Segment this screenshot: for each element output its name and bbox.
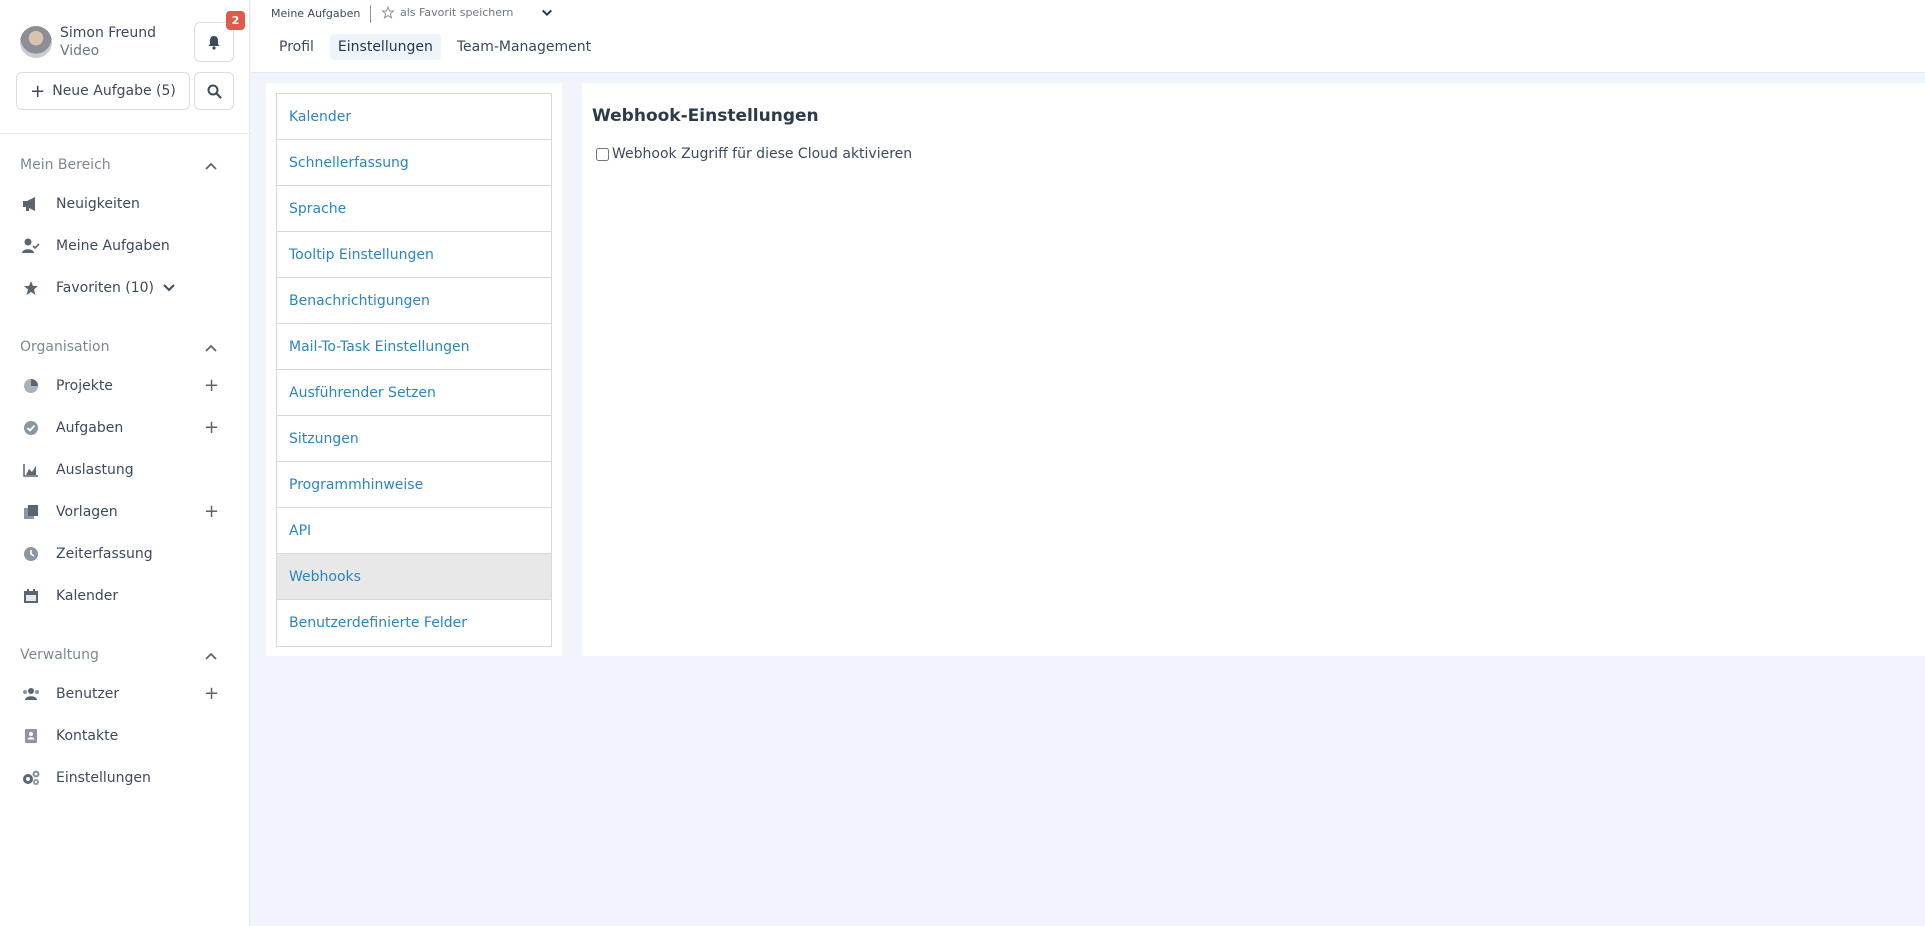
section-verwaltung: Verwaltung (20, 647, 99, 663)
webhook-access-checkbox[interactable] (596, 147, 609, 161)
sidebar-item-label: Neuigkeiten (56, 196, 140, 212)
settings-menu-panel: Kalender Schnellerfassung Sprache Toolti… (266, 83, 562, 656)
menu-item-sprache[interactable]: Sprache (277, 186, 551, 232)
tab-bar: Profil Einstellungen Team-Management (271, 34, 607, 60)
save-favorite-button[interactable]: als Favorit speichern (381, 6, 513, 19)
sidebar-item-label: Kontakte (56, 728, 119, 744)
sidebar-item-kontakte[interactable]: Kontakte (20, 722, 230, 750)
sidebar-item-zeiterfassung[interactable]: Zeiterfassung (20, 540, 230, 568)
tab-einstellungen[interactable]: Einstellungen (329, 34, 441, 60)
sidebar-item-meine-aufgaben[interactable]: Meine Aufgaben (20, 232, 230, 260)
tab-profil[interactable]: Profil (271, 34, 322, 60)
menu-item-benachrichtigungen[interactable]: Benachrichtigungen (277, 278, 551, 324)
add-aufgabe-button[interactable]: + (204, 416, 219, 440)
sidebar: Simon Freund Video 2 + Neue Aufgabe (5) … (0, 0, 250, 926)
sidebar-item-favoriten[interactable]: Favoriten (10) (20, 274, 230, 302)
sidebar-item-label: Meine Aufgaben (56, 238, 170, 254)
favorite-label: als Favorit speichern (400, 6, 514, 19)
sidebar-item-kalender[interactable]: Kalender (20, 582, 230, 610)
avatar (20, 26, 52, 58)
webhook-access-label: Webhook Zugriff für diese Cloud aktivier… (612, 146, 913, 162)
breadcrumb[interactable]: Meine Aufgaben (271, 7, 360, 20)
user-name: Simon Freund (60, 25, 157, 41)
sidebar-item-einstellungen[interactable]: Einstellungen (20, 764, 230, 792)
top-bar: Meine Aufgaben als Favorit speichern Pro… (251, 0, 1925, 73)
user-profile[interactable]: Simon Freund Video (20, 24, 156, 60)
menu-item-api[interactable]: API (277, 508, 551, 554)
megaphone-icon (20, 195, 42, 213)
plus-icon: + (30, 80, 46, 102)
breadcrumb-separator (370, 5, 371, 23)
menu-item-kalender[interactable]: Kalender (277, 94, 551, 140)
sidebar-item-aufgaben[interactable]: Aufgaben + (20, 414, 230, 442)
star-outline-icon (381, 6, 395, 19)
sidebar-item-label: Auslastung (56, 462, 134, 478)
menu-item-schnellerfassung[interactable]: Schnellerfassung (277, 140, 551, 186)
settings-menu: Kalender Schnellerfassung Sprache Toolti… (276, 93, 552, 647)
webhook-access-option[interactable]: Webhook Zugriff für diese Cloud aktivier… (596, 146, 912, 162)
bell-icon (208, 35, 220, 50)
sidebar-item-label: Vorlagen (56, 504, 118, 520)
menu-item-tooltip-einstellungen[interactable]: Tooltip Einstellungen (277, 232, 551, 278)
sidebar-item-vorlagen[interactable]: Vorlagen + (20, 498, 230, 526)
menu-item-mail-to-task[interactable]: Mail-To-Task Einstellungen (277, 324, 551, 370)
sidebar-divider (0, 133, 250, 134)
new-task-label: Neue Aufgabe (5) (52, 83, 176, 99)
sidebar-item-label: Einstellungen (56, 770, 151, 786)
menu-item-ausfuehrender-setzen[interactable]: Ausführender Setzen (277, 370, 551, 416)
clock-icon (20, 545, 42, 563)
calendar-icon (20, 587, 42, 605)
section-mein-bereich: Mein Bereich (20, 157, 111, 173)
search-icon (207, 84, 222, 99)
tab-team-management[interactable]: Team-Management (449, 34, 599, 60)
users-icon (20, 685, 42, 703)
section-organisation: Organisation (20, 339, 110, 355)
chevron-down-icon[interactable] (541, 8, 553, 18)
chevron-up-icon[interactable] (204, 649, 218, 663)
menu-item-webhooks[interactable]: Webhooks (277, 554, 551, 600)
chevron-down-icon[interactable] (162, 283, 176, 293)
user-subtitle: Video (60, 43, 100, 59)
new-task-button[interactable]: + Neue Aufgabe (5) (16, 72, 190, 110)
user-check-icon (20, 237, 42, 255)
sidebar-item-projekte[interactable]: Projekte + (20, 372, 230, 400)
sidebar-item-benutzer[interactable]: Benutzer + (20, 680, 230, 708)
address-book-icon (20, 727, 42, 745)
add-benutzer-button[interactable]: + (204, 682, 219, 706)
add-projekt-button[interactable]: + (204, 374, 219, 398)
sidebar-item-auslastung[interactable]: Auslastung (20, 456, 230, 484)
add-vorlage-button[interactable]: + (204, 500, 219, 524)
sidebar-item-label: Projekte (56, 378, 113, 394)
webhook-settings-panel: Webhook-Einstellungen Webhook Zugriff fü… (582, 83, 1925, 656)
sidebar-item-neuigkeiten[interactable]: Neuigkeiten (20, 190, 230, 218)
menu-item-programmhinweise[interactable]: Programmhinweise (277, 462, 551, 508)
copy-icon (20, 503, 42, 521)
sidebar-item-label: Zeiterfassung (56, 546, 153, 562)
menu-item-benutzerdefinierte-felder[interactable]: Benutzerdefinierte Felder (277, 600, 551, 646)
sidebar-item-label: Benutzer (56, 686, 120, 702)
sidebar-item-label: Favoriten (10) (56, 280, 155, 296)
sidebar-item-label: Aufgaben (56, 420, 124, 436)
notification-badge: 2 (226, 11, 245, 30)
pie-chart-icon (20, 377, 42, 395)
page-title: Webhook-Einstellungen (592, 106, 819, 126)
gears-icon (20, 769, 42, 787)
sidebar-item-label: Kalender (56, 588, 119, 604)
chevron-up-icon[interactable] (204, 159, 218, 173)
chevron-up-icon[interactable] (204, 341, 218, 355)
star-icon (20, 279, 42, 297)
menu-item-sitzungen[interactable]: Sitzungen (277, 416, 551, 462)
check-circle-icon (20, 419, 42, 437)
area-chart-icon (20, 461, 42, 479)
search-button[interactable] (194, 72, 234, 110)
